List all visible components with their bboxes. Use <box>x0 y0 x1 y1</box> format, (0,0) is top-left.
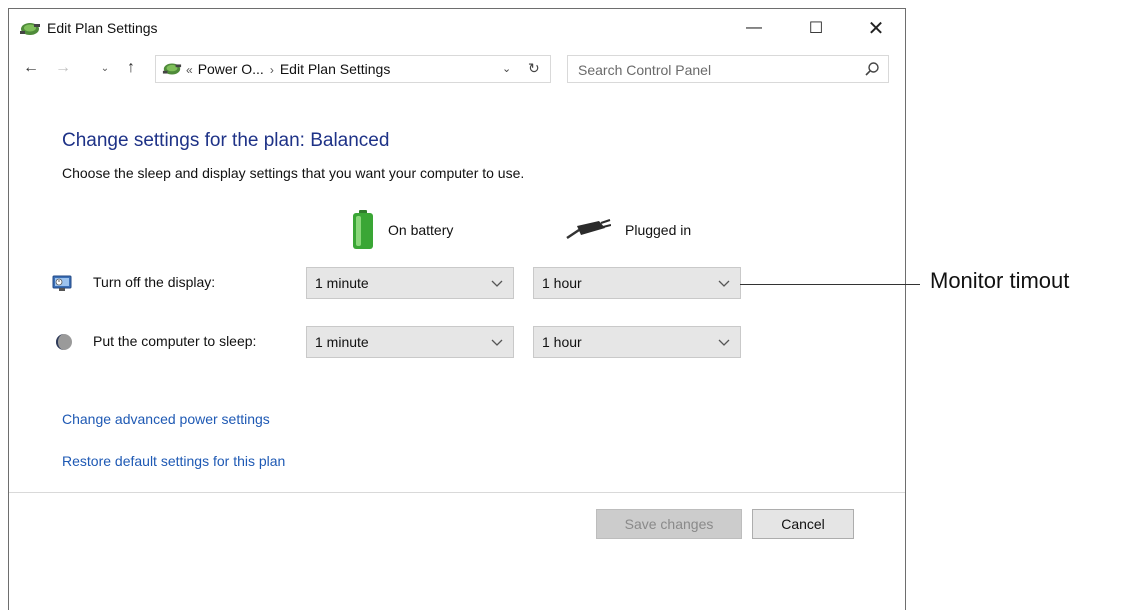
turn-off-display-label: Turn off the display: <box>93 274 216 290</box>
forward-arrow-icon[interactable]: → <box>53 57 73 79</box>
display-icon <box>52 275 72 291</box>
sleep-timeout-plugged-in-select[interactable]: 1 hour <box>533 326 741 358</box>
display-timeout-on-battery-select[interactable]: 1 minute <box>306 267 514 299</box>
minimize-button[interactable]: — <box>731 13 777 43</box>
window-title: Edit Plan Settings <box>47 20 158 36</box>
footer-divider <box>9 492 905 493</box>
breadcrumb: «Power O... › Edit Plan Settings <box>186 61 390 77</box>
chevron-down-icon <box>491 280 503 287</box>
breadcrumb-overflow-icon[interactable]: « <box>186 63 198 77</box>
refresh-icon[interactable]: ↻ <box>528 60 540 77</box>
recent-locations-icon[interactable]: ⌄ <box>97 57 113 79</box>
power-options-icon <box>162 63 182 75</box>
restore-default-settings-link[interactable]: Restore default settings for this plan <box>62 453 285 469</box>
display-timeout-plugged-in-select[interactable]: 1 hour <box>533 267 741 299</box>
chevron-down-icon <box>491 339 503 346</box>
chevron-down-icon <box>718 339 730 346</box>
on-battery-label: On battery <box>388 222 454 238</box>
address-bar[interactable]: «Power O... › Edit Plan Settings ⌄ ↻ <box>155 55 551 83</box>
put-computer-to-sleep-label: Put the computer to sleep: <box>93 333 257 349</box>
selected-value: 1 hour <box>542 334 582 350</box>
close-button[interactable]: ✕ <box>853 13 899 43</box>
breadcrumb-item-power-options[interactable]: Power O... <box>198 61 264 77</box>
save-changes-button[interactable]: Save changes <box>596 509 742 539</box>
change-advanced-power-settings-link[interactable]: Change advanced power settings <box>62 411 270 427</box>
power-plug-icon <box>566 219 611 240</box>
selected-value: 1 hour <box>542 275 582 291</box>
page-title: Change settings for the plan: Balanced <box>62 130 390 151</box>
edit-plan-settings-window: Edit Plan Settings — ☐ ✕ ← → ⌄ ↑ «Power … <box>8 8 906 610</box>
breadcrumb-item-edit-plan-settings[interactable]: Edit Plan Settings <box>280 61 391 77</box>
search-input[interactable] <box>576 60 850 80</box>
column-header-plugged-in: Plugged in <box>565 209 691 251</box>
sleep-timeout-on-battery-select[interactable]: 1 minute <box>306 326 514 358</box>
breadcrumb-separator-icon: › <box>269 63 274 77</box>
callout-label: Monitor timout <box>930 268 1070 293</box>
navigation-bar: ← → ⌄ ↑ «Power O... › Edit Plan Settings ⌄… <box>9 53 905 85</box>
sleep-icon <box>56 334 72 350</box>
search-box[interactable] <box>567 55 889 83</box>
column-header-on-battery: On battery <box>352 209 453 251</box>
power-options-icon <box>20 23 40 35</box>
selected-value: 1 minute <box>315 275 369 291</box>
callout-leader-line <box>740 284 920 285</box>
chevron-down-icon <box>718 280 730 287</box>
up-arrow-icon[interactable]: ↑ <box>121 57 141 79</box>
search-icon[interactable] <box>864 61 880 77</box>
maximize-button[interactable]: ☐ <box>793 13 839 43</box>
back-arrow-icon[interactable]: ← <box>21 57 41 79</box>
plugged-in-label: Plugged in <box>625 222 692 238</box>
address-dropdown-icon[interactable]: ⌄ <box>502 62 511 75</box>
battery-icon <box>353 210 373 249</box>
page-subtitle: Choose the sleep and display settings th… <box>62 165 525 181</box>
cancel-button[interactable]: Cancel <box>752 509 854 539</box>
title-bar: Edit Plan Settings — ☐ ✕ <box>9 9 905 47</box>
selected-value: 1 minute <box>315 334 369 350</box>
